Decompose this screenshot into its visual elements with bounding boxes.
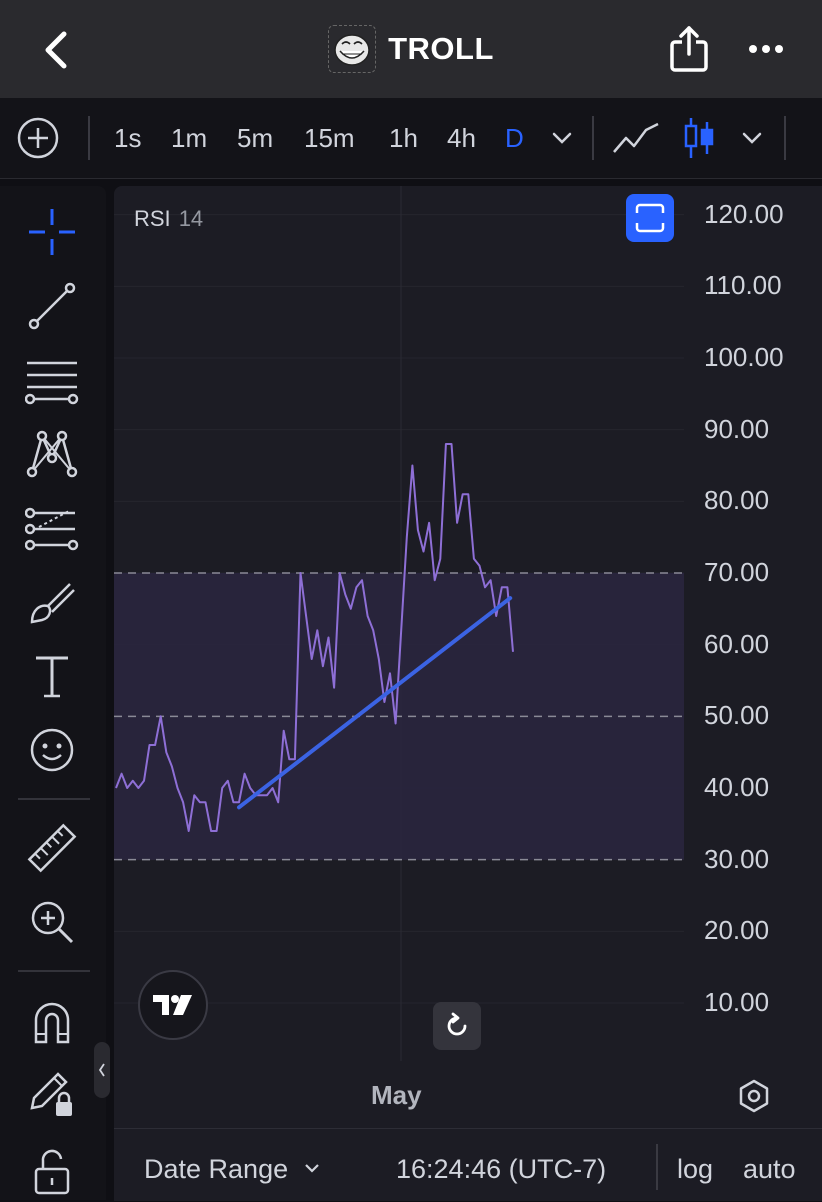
chart-settings-button[interactable] (734, 1076, 774, 1116)
date-range-label: Date Range (144, 1154, 289, 1184)
line-chart-icon (613, 122, 659, 153)
emoji-tool[interactable] (22, 720, 82, 780)
y-tick-label: 120.00 (704, 198, 784, 229)
y-tick-label: 100.00 (704, 342, 784, 372)
timeframe-4h[interactable]: 4h (447, 116, 476, 160)
projection-tool[interactable] (22, 498, 82, 558)
gear-hexagon-icon (739, 1079, 769, 1113)
auto-scale-toggle[interactable]: auto (743, 1154, 796, 1185)
timeframe-1s[interactable]: 1s (114, 116, 141, 160)
y-tick-label: 50.00 (704, 700, 770, 731)
lock-drawings-tool[interactable] (22, 1064, 82, 1124)
troll-logo-icon (328, 25, 377, 73)
back-button[interactable] (36, 26, 76, 74)
ruler-icon (27, 823, 77, 873)
log-scale-toggle[interactable]: log (677, 1154, 713, 1185)
brush-icon (30, 583, 75, 624)
share-icon (670, 26, 708, 72)
magnet-tool[interactable] (22, 992, 82, 1052)
indicator-length: 14 (178, 206, 204, 231)
symbol-title[interactable]: TROLL (328, 25, 494, 73)
magnet-icon (34, 1002, 70, 1044)
pattern-tool[interactable] (22, 424, 82, 484)
crosshair-icon (29, 209, 75, 255)
page-title: TROLL (388, 31, 494, 66)
text-icon (36, 656, 68, 698)
unlock-icon (34, 1149, 70, 1195)
timeframe-dropdown[interactable] (550, 116, 574, 160)
candlestick-icon (684, 118, 714, 158)
unlock-tool[interactable] (22, 1142, 82, 1202)
add-indicator-button[interactable] (16, 116, 60, 160)
y-tick-label: 20.00 (704, 915, 770, 946)
drawing-tools-sidebar (0, 186, 106, 1200)
reset-chart-button[interactable] (433, 1002, 481, 1050)
fib-levels-icon (25, 361, 79, 405)
y-tick-label: 70.00 (704, 557, 770, 587)
app-header: TROLL (0, 0, 822, 98)
trend-line-tool[interactable] (22, 276, 82, 336)
chevron-down-icon (742, 132, 762, 144)
projection-icon (25, 507, 79, 551)
timeframe-5m[interactable]: 5m (237, 116, 273, 160)
line-chart-button[interactable] (612, 116, 660, 160)
date-range-button[interactable]: Date Range (144, 1154, 322, 1185)
y-tick-label: 10.00 (704, 987, 770, 1017)
chevron-left-icon (45, 31, 67, 69)
y-tick-label: 110.00 (704, 270, 782, 301)
crosshair-tool[interactable] (22, 202, 82, 262)
y-tick-label: 90.00 (704, 413, 770, 444)
chevron-down-icon (304, 1164, 319, 1173)
share-button[interactable] (668, 24, 710, 74)
zoom-in-tool[interactable] (22, 892, 82, 952)
sidebar-divider (18, 970, 90, 972)
more-button[interactable] (744, 34, 788, 64)
timezone-clock[interactable]: 16:24:46 (UTC-7) (396, 1154, 606, 1185)
fib-levels-tool[interactable] (22, 350, 82, 410)
indicator-name: RSI (134, 206, 171, 231)
toolbar-divider (784, 116, 786, 160)
y-tick-label: 30.00 (704, 843, 770, 874)
candles-chart-button[interactable] (682, 116, 716, 160)
ruler-tool[interactable] (22, 818, 82, 878)
timeframe-1h[interactable]: 1h (389, 116, 418, 160)
chevron-left-icon (98, 1063, 105, 1077)
rotate-icon (447, 1012, 467, 1036)
toolbar-divider (88, 116, 90, 160)
trend-line-icon (28, 282, 76, 330)
fullscreen-icon (635, 203, 665, 233)
bottom-divider (656, 1144, 658, 1190)
toolbar-divider (592, 116, 594, 160)
collapse-sidebar-button[interactable] (94, 1042, 110, 1098)
y-tick-label: 60.00 (704, 628, 770, 659)
fullscreen-button[interactable] (626, 194, 674, 242)
more-dots-icon (749, 45, 783, 53)
plus-circle-icon (17, 117, 59, 159)
sidebar-divider (18, 798, 90, 800)
pencil-lock-icon (30, 1072, 72, 1116)
zoom-in-icon (31, 901, 74, 944)
timeframe-15m[interactable]: 15m (304, 116, 355, 160)
chevron-down-icon (552, 132, 572, 144)
y-tick-label: 80.00 (704, 485, 770, 516)
y-tick-label: 40.00 (704, 772, 770, 802)
timeframe-1m[interactable]: 1m (171, 116, 207, 160)
text-tool[interactable] (22, 646, 82, 706)
emoji-icon (30, 728, 74, 772)
chart-type-dropdown[interactable] (740, 116, 764, 160)
brush-tool[interactable] (22, 572, 82, 632)
pattern-icon (26, 430, 78, 478)
tradingview-logo-icon[interactable] (138, 970, 208, 1040)
timeframe-d[interactable]: D (505, 116, 524, 160)
indicator-legend[interactable]: RSI 14 (134, 206, 203, 232)
x-axis-label-may: May (371, 1080, 422, 1110)
